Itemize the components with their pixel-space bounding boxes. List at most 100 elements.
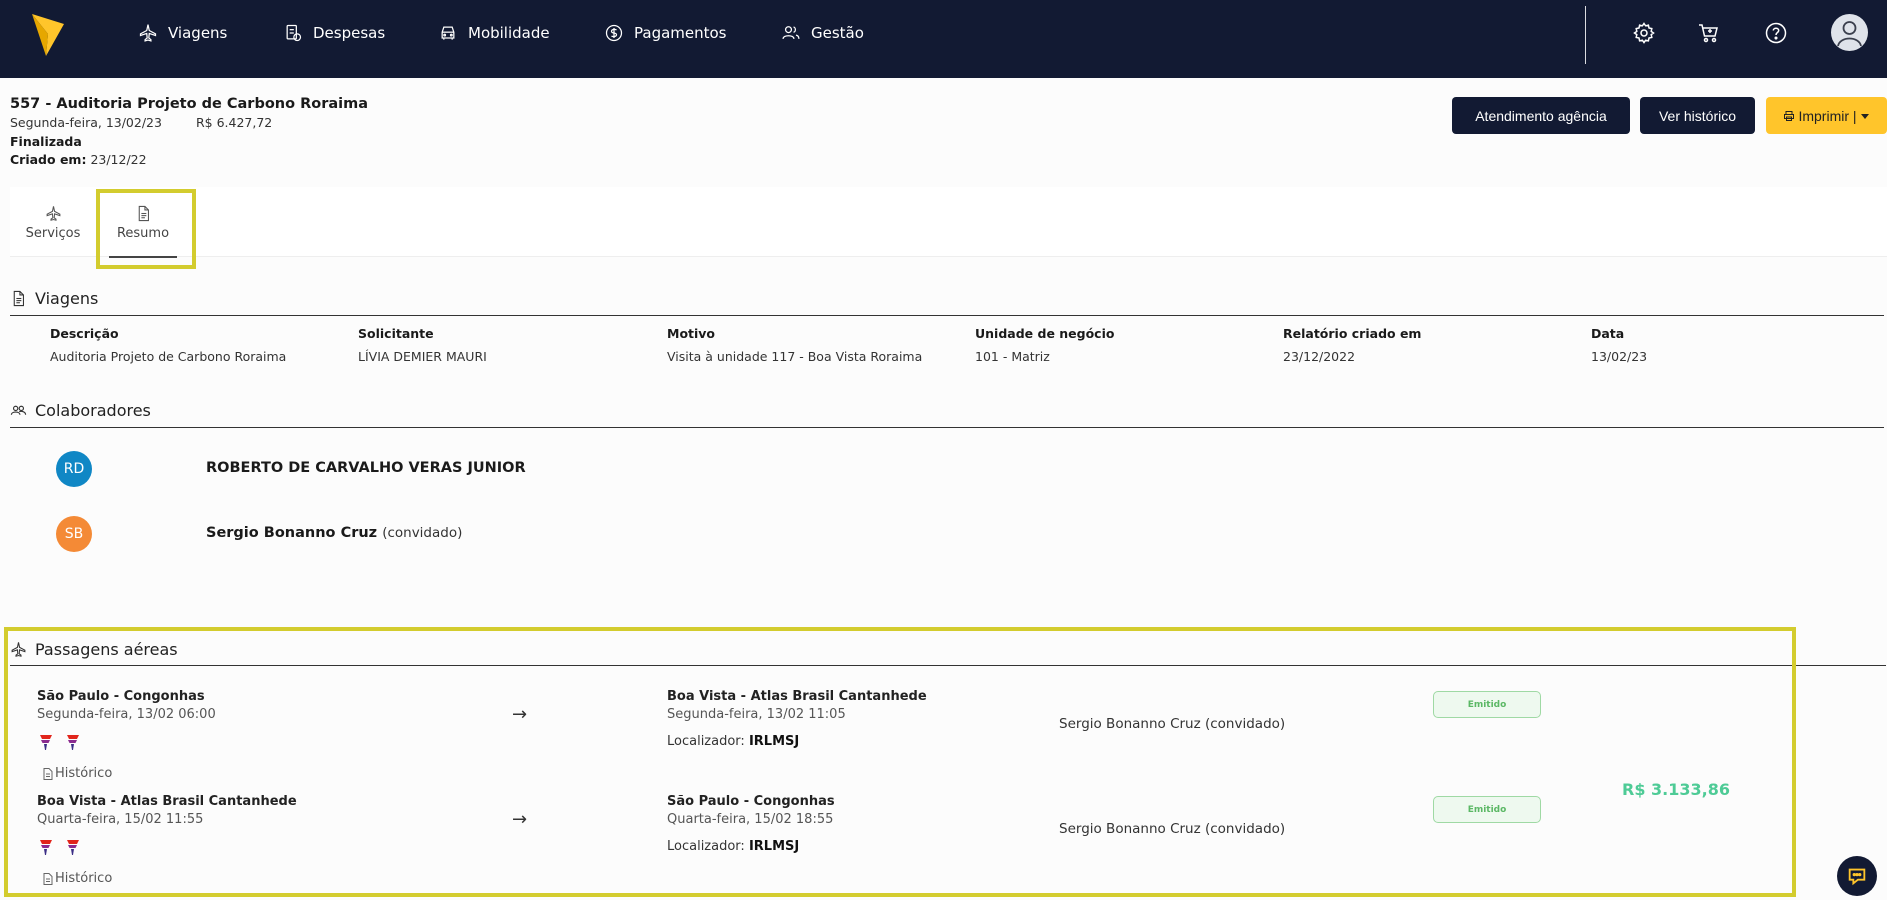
document-icon <box>43 767 53 780</box>
flight-locator: Localizador: IRLMSJ <box>667 839 799 854</box>
users-icon <box>782 26 800 40</box>
status-badge: Emitido <box>1433 691 1541 718</box>
flight-origin-date: Quarta-feira, 15/02 11:55 <box>37 812 204 827</box>
locator-label: Localizador: <box>667 734 745 749</box>
tabs-bar <box>10 187 1887 257</box>
collaborator-name: Sergio Bonanno Cruz (convidado) <box>206 525 462 541</box>
chat-button[interactable] <box>1837 856 1877 896</box>
avatar: RD <box>56 451 92 487</box>
chat-icon <box>1848 868 1866 886</box>
nav-pagamentos[interactable]: Pagamentos <box>604 0 727 66</box>
highlight-box-passagens <box>4 627 1796 897</box>
avatar: SB <box>56 516 92 552</box>
document-icon <box>138 205 149 222</box>
locator-label: Localizador: <box>667 839 745 854</box>
value-descricao: Auditoria Projeto de Carbono Roraima <box>50 349 287 364</box>
value-motivo: Visita à unidade 117 - Boa Vista Roraima <box>667 349 923 364</box>
chevron-down-icon <box>1860 113 1869 119</box>
airline-logo-icon <box>40 735 52 750</box>
col-header-descricao: Descrição <box>50 326 119 341</box>
car-icon <box>441 26 455 40</box>
collaborator-name-text: ROBERTO DE CARVALHO VERAS JUNIOR <box>206 460 526 476</box>
locator-code: IRLMSJ <box>748 839 800 854</box>
col-header-data: Data <box>1591 326 1625 341</box>
trip-date: Segunda-feira, 13/02/23 <box>10 115 162 130</box>
flight-total-price: R$ 3.133,86 <box>1622 780 1730 799</box>
nav-label: Pagamentos <box>634 24 727 42</box>
history-label: Histórico <box>55 871 113 886</box>
airline-logo-icon <box>67 735 79 750</box>
view-history-button[interactable]: Ver histórico <box>1640 97 1755 134</box>
logo[interactable] <box>30 12 66 58</box>
agency-support-button[interactable]: Atendimento agência <box>1452 97 1630 134</box>
section-colaboradores-header: Colaboradores <box>10 401 151 420</box>
value-solicitante: LÍVIA DEMIER MAURI <box>358 349 487 364</box>
arrow-right-icon: → <box>512 704 528 725</box>
tab-label: Serviços <box>25 226 81 241</box>
flight-destination: Boa Vista - Atlas Brasil Cantanhede <box>667 689 927 704</box>
tab-resumo[interactable]: Resumo <box>103 200 183 260</box>
col-header-unidade: Unidade de negócio <box>975 326 1115 341</box>
collaborator-note: (convidado) <box>382 525 463 541</box>
history-link[interactable]: Histórico <box>43 766 112 781</box>
gear-icon[interactable] <box>1632 21 1656 45</box>
collaborator-name-text: Sergio Bonanno Cruz <box>206 525 378 541</box>
trip-total: R$ 6.427,72 <box>195 115 273 130</box>
tab-label: Resumo <box>116 226 170 241</box>
top-navbar: Viagens Despesas Mobilidade Pagamentos G… <box>0 0 1887 78</box>
nav-label: Gestão <box>811 24 864 42</box>
airline-logo-icon <box>67 840 79 855</box>
help-icon[interactable] <box>1764 21 1788 45</box>
trip-created: Criado em: 23/12/22 <box>10 152 147 167</box>
nav-despesas[interactable]: Despesas <box>283 0 385 66</box>
col-header-relatorio: Relatório criado em <box>1283 326 1422 341</box>
flight-destination: São Paulo - Congonhas <box>667 794 835 809</box>
cart-icon[interactable] <box>1697 21 1721 45</box>
flight-destination-date: Segunda-feira, 13/02 11:05 <box>667 707 846 722</box>
flight-destination-date: Quarta-feira, 15/02 18:55 <box>667 812 834 827</box>
plane-icon <box>11 642 26 657</box>
history-link[interactable]: Histórico <box>43 871 112 886</box>
plane-icon <box>46 206 60 221</box>
col-header-solicitante: Solicitante <box>358 326 434 341</box>
page-title: 557 - Auditoria Projeto de Carbono Rorai… <box>10 96 369 112</box>
section-viagens-header: Viagens <box>10 289 98 308</box>
status-badge: Emitido <box>1433 796 1541 823</box>
trip-status: Finalizada <box>10 134 82 149</box>
section-divider <box>10 315 1884 316</box>
value-unidade: 101 - Matriz <box>975 349 1050 364</box>
created-label: Criado em: <box>10 152 87 167</box>
value-data: 13/02/23 <box>1591 349 1648 364</box>
plane-icon <box>139 24 157 42</box>
locator-code: IRLMSJ <box>748 734 800 749</box>
collaborator-name: ROBERTO DE CARVALHO VERAS JUNIOR <box>206 460 526 476</box>
section-divider <box>10 665 1886 666</box>
value-relatorio: 23/12/2022 <box>1283 349 1356 364</box>
section-title: Passagens aéreas <box>35 640 178 659</box>
dollar-icon <box>605 24 623 42</box>
col-header-motivo: Motivo <box>667 326 716 341</box>
print-button[interactable]: Imprimir | <box>1766 97 1887 134</box>
active-tab-indicator <box>109 256 177 258</box>
nav-label: Mobilidade <box>468 24 550 42</box>
document-icon <box>13 290 24 307</box>
user-avatar-icon[interactable] <box>1831 14 1868 51</box>
nav-divider <box>1585 6 1586 64</box>
document-icon <box>43 872 53 885</box>
users-icon <box>10 405 27 415</box>
history-label: Histórico <box>55 766 113 781</box>
flight-locator: Localizador: IRLMSJ <box>667 734 799 749</box>
section-title: Colaboradores <box>35 401 151 420</box>
flight-origin: São Paulo - Congonhas <box>37 689 205 704</box>
section-title: Viagens <box>35 289 99 308</box>
nav-mobilidade[interactable]: Mobilidade <box>438 0 550 66</box>
flight-origin: Boa Vista - Atlas Brasil Cantanhede <box>37 794 297 809</box>
print-label: Imprimir | <box>1798 107 1857 124</box>
nav-label: Viagens <box>168 24 228 42</box>
nav-viagens[interactable]: Viagens <box>138 0 227 66</box>
section-passagens-header: Passagens aéreas <box>10 640 178 659</box>
airline-logo-icon <box>40 840 52 855</box>
tab-servicos[interactable]: Serviços <box>13 200 93 260</box>
nav-gestao[interactable]: Gestão <box>781 0 864 66</box>
flight-passenger: Sergio Bonanno Cruz (convidado) <box>1059 716 1286 732</box>
